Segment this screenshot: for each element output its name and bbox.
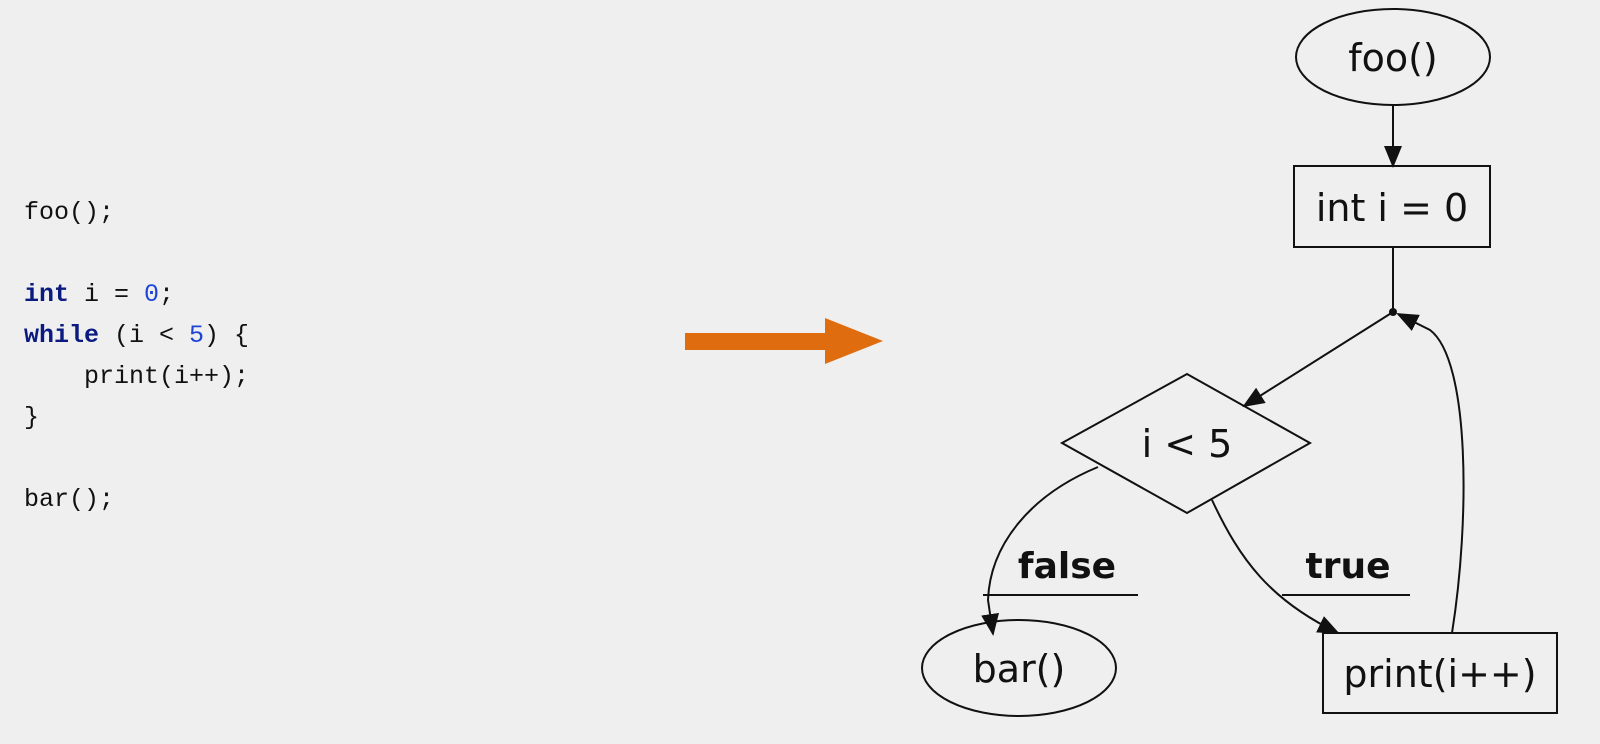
node-label: bar() — [973, 647, 1066, 691]
edge-label-false: false — [1018, 546, 1116, 587]
node-print: print(i++) — [1322, 632, 1558, 714]
edge-print-join — [1396, 313, 1465, 634]
node-foo: foo() — [1295, 8, 1491, 106]
node-label: print(i++) — [1343, 652, 1536, 696]
flowchart-canvas: foo() int i = 0 i < 5 false true bar() p… — [685, 8, 1558, 717]
node-bar: bar() — [921, 619, 1117, 717]
node-label: i < 5 — [1142, 422, 1233, 466]
node-label: int i = 0 — [1316, 186, 1468, 230]
edge-join-cond — [1242, 311, 1394, 408]
node-label: foo() — [1348, 36, 1438, 80]
node-cond: i < 5 — [1059, 372, 1313, 515]
transform-arrow-icon — [685, 318, 883, 364]
node-init: int i = 0 — [1293, 165, 1491, 248]
edge-label-true: true — [1305, 546, 1390, 587]
